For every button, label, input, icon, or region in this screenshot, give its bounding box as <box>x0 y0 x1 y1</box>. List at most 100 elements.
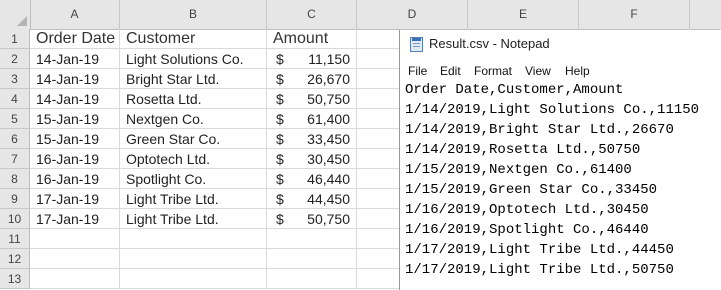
amount-value: 33,450 <box>307 131 350 147</box>
row-header[interactable]: 1 <box>0 29 30 49</box>
notepad-line: 1/15/2019,Nextgen Co.,61400 <box>405 162 632 178</box>
cell-order-date[interactable]: 15-Jan-19 <box>30 129 120 149</box>
header-cell-order-date[interactable]: Order Date <box>30 29 120 49</box>
menu-edit[interactable]: Edit <box>440 64 461 78</box>
column-header-e[interactable]: E <box>468 0 579 29</box>
cell[interactable] <box>30 249 120 269</box>
row-header[interactable]: 5 <box>0 109 30 129</box>
notepad-window: Result.csv - Notepad File Edit Format Vi… <box>399 30 721 290</box>
cell[interactable] <box>267 229 357 249</box>
menu-view[interactable]: View <box>525 64 551 78</box>
cell-customer[interactable]: Light Tribe Ltd. <box>120 189 267 209</box>
notepad-line: Order Date,Customer,Amount <box>405 82 624 98</box>
amount-value: 44,450 <box>307 191 350 207</box>
cell-order-date[interactable]: 14-Jan-19 <box>30 89 120 109</box>
menu-help[interactable]: Help <box>565 64 590 78</box>
row-header[interactable]: 8 <box>0 169 30 189</box>
cell-order-date[interactable]: 14-Jan-19 <box>30 69 120 89</box>
cell-customer[interactable]: Light Tribe Ltd. <box>120 209 267 229</box>
row-header[interactable]: 2 <box>0 49 30 69</box>
cell-order-date[interactable]: 17-Jan-19 <box>30 189 120 209</box>
cell-amount[interactable]: $33,450 <box>267 129 357 149</box>
row-header[interactable]: 6 <box>0 129 30 149</box>
cell-amount[interactable]: $61,400 <box>267 109 357 129</box>
column-header-f[interactable]: F <box>579 0 690 29</box>
notepad-icon <box>410 37 423 52</box>
cell-order-date[interactable]: 14-Jan-19 <box>30 49 120 69</box>
menu-file[interactable]: File <box>408 64 427 78</box>
select-all-button[interactable] <box>0 0 31 29</box>
amount-value: 46,440 <box>307 171 350 187</box>
currency-symbol: $ <box>276 171 284 187</box>
column-header-bar: A B C D E F <box>0 0 721 30</box>
cell-order-date[interactable]: 16-Jan-19 <box>30 169 120 189</box>
currency-symbol: $ <box>276 71 284 87</box>
cell-amount[interactable]: $46,440 <box>267 169 357 189</box>
column-header-a[interactable]: A <box>30 0 120 29</box>
currency-symbol: $ <box>276 151 284 167</box>
cell-order-date[interactable]: 15-Jan-19 <box>30 109 120 129</box>
notepad-line: 1/15/2019,Green Star Co.,33450 <box>405 182 658 198</box>
currency-symbol: $ <box>276 131 284 147</box>
cell-amount[interactable]: $50,750 <box>267 209 357 229</box>
notepad-line: 1/17/2019,Light Tribe Ltd.,44450 <box>405 242 674 258</box>
row-header[interactable]: 7 <box>0 149 30 169</box>
column-header-b[interactable]: B <box>120 0 267 29</box>
currency-symbol: $ <box>276 91 284 107</box>
notepad-title: Result.csv - Notepad <box>429 36 550 51</box>
row-header[interactable]: 11 <box>0 229 30 249</box>
row-header[interactable]: 12 <box>0 249 30 269</box>
notepad-text-area[interactable]: Order Date,Customer,Amount 1/14/2019,Ligh… <box>400 81 721 290</box>
cell[interactable] <box>120 249 267 269</box>
cell[interactable] <box>120 269 267 289</box>
currency-symbol: $ <box>276 51 284 67</box>
cell-customer[interactable]: Rosetta Ltd. <box>120 89 267 109</box>
currency-symbol: $ <box>276 211 284 227</box>
amount-value: 26,670 <box>307 71 350 87</box>
cell[interactable] <box>267 269 357 289</box>
amount-value: 30,450 <box>307 151 350 167</box>
cell-amount[interactable]: $11,150 <box>267 49 357 69</box>
notepad-title-bar[interactable]: Result.csv - Notepad <box>400 30 721 59</box>
cell[interactable] <box>30 269 120 289</box>
cell[interactable] <box>120 229 267 249</box>
notepad-line: 1/14/2019,Rosetta Ltd.,50750 <box>405 142 641 158</box>
cell-customer[interactable]: Light Solutions Co. <box>120 49 267 69</box>
header-cell-customer[interactable]: Customer <box>120 29 267 49</box>
cell-amount[interactable]: $26,670 <box>267 69 357 89</box>
row-header[interactable]: 4 <box>0 89 30 109</box>
cell-amount[interactable]: $50,750 <box>267 89 357 109</box>
notepad-line: 1/17/2019,Light Tribe Ltd.,50750 <box>405 262 674 278</box>
currency-symbol: $ <box>276 111 284 127</box>
cell-order-date[interactable]: 17-Jan-19 <box>30 209 120 229</box>
notepad-line: 1/14/2019,Light Solutions Co.,11150 <box>405 102 700 118</box>
cell[interactable] <box>30 229 120 249</box>
row-header[interactable]: 10 <box>0 209 30 229</box>
amount-value: 50,750 <box>307 91 350 107</box>
notepad-menu-bar: File Edit Format View Help <box>400 59 721 81</box>
notepad-line: 1/16/2019,Spotlight Co.,46440 <box>405 222 649 238</box>
row-header[interactable]: 9 <box>0 189 30 209</box>
select-all-triangle-icon <box>17 16 27 26</box>
header-cell-amount[interactable]: Amount <box>267 29 357 49</box>
amount-value: 11,150 <box>308 51 350 67</box>
column-header-d[interactable]: D <box>357 0 468 29</box>
cell-customer[interactable]: Spotlight Co. <box>120 169 267 189</box>
row-header[interactable]: 3 <box>0 69 30 89</box>
notepad-line: 1/16/2019,Optotech Ltd.,30450 <box>405 202 649 218</box>
cell-customer[interactable]: Nextgen Co. <box>120 109 267 129</box>
cell-order-date[interactable]: 16-Jan-19 <box>30 149 120 169</box>
cell-customer[interactable]: Optotech Ltd. <box>120 149 267 169</box>
currency-symbol: $ <box>276 191 284 207</box>
notepad-line: 1/14/2019,Bright Star Ltd.,26670 <box>405 122 674 138</box>
amount-value: 50,750 <box>307 211 350 227</box>
row-header[interactable]: 13 <box>0 269 30 289</box>
cell[interactable] <box>267 249 357 269</box>
cell-amount[interactable]: $30,450 <box>267 149 357 169</box>
column-header-c[interactable]: C <box>267 0 357 29</box>
amount-value: 61,400 <box>307 111 350 127</box>
cell-customer[interactable]: Green Star Co. <box>120 129 267 149</box>
cell-customer[interactable]: Bright Star Ltd. <box>120 69 267 89</box>
menu-format[interactable]: Format <box>474 64 512 78</box>
cell-amount[interactable]: $44,450 <box>267 189 357 209</box>
